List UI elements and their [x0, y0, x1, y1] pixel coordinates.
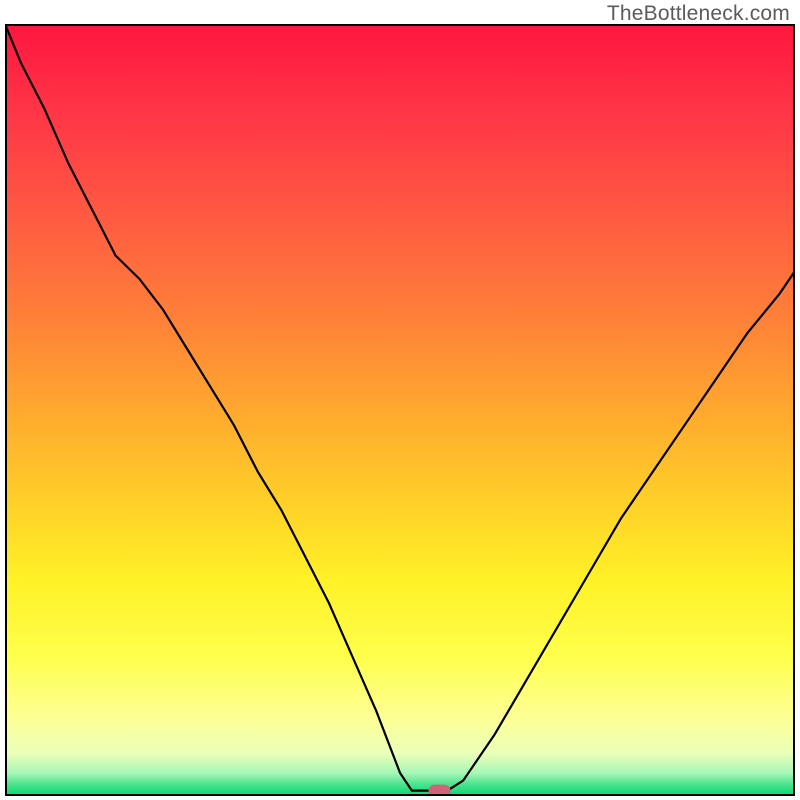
watermark-text: TheBottleneck.com — [607, 2, 790, 26]
plot-background — [5, 24, 795, 796]
bottleneck-chart — [5, 24, 795, 796]
chart-container: TheBottleneck.com — [0, 0, 800, 800]
